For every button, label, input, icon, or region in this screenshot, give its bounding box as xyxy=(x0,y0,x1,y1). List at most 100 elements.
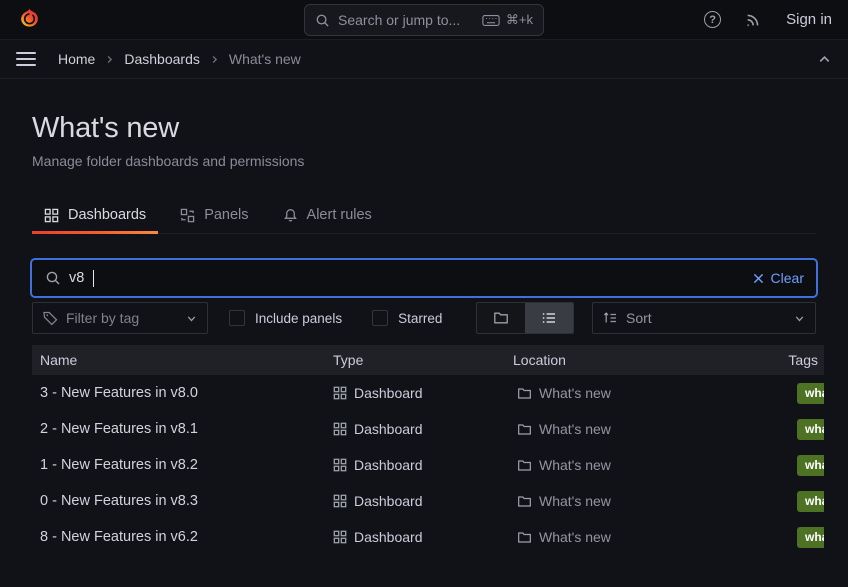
dashboard-name[interactable]: 2 - New Features in v8.1 xyxy=(32,421,325,437)
global-search-field[interactable] xyxy=(338,12,474,28)
rss-icon xyxy=(745,11,762,28)
dashboard-location[interactable]: What's new xyxy=(505,421,780,437)
grafana-logo-icon[interactable] xyxy=(16,6,43,33)
dashboard-tags: whats-new xyxy=(780,419,824,440)
close-icon xyxy=(753,273,764,284)
dashboard-type: Dashboard xyxy=(325,457,505,473)
starred-label: Starred xyxy=(398,311,442,326)
grid-icon xyxy=(333,422,347,436)
tag-filter-placeholder: Filter by tag xyxy=(66,310,139,326)
breadcrumb-home[interactable]: Home xyxy=(58,51,95,67)
tag-icon xyxy=(42,310,58,326)
clear-label: Clear xyxy=(771,270,804,286)
chevron-right-icon xyxy=(209,54,220,65)
tab-label: Dashboards xyxy=(68,207,146,223)
dashboard-tags: whats-new xyxy=(780,455,824,476)
dashboard-search-input[interactable]: v8 Clear xyxy=(32,260,816,296)
chevron-up-icon xyxy=(817,52,832,67)
view-mode-toggle xyxy=(476,302,574,334)
location-label: What's new xyxy=(539,457,611,473)
tag-badge[interactable]: whats-new xyxy=(797,491,824,512)
include-panels-label: Include panels xyxy=(255,311,342,326)
checkbox-icon xyxy=(372,310,388,326)
text-cursor xyxy=(93,270,94,287)
tag-badge[interactable]: whats-new xyxy=(797,455,824,476)
tab-label: Alert rules xyxy=(307,207,372,223)
tag-filter-select[interactable]: Filter by tag xyxy=(32,302,208,334)
include-panels-checkbox[interactable]: Include panels xyxy=(229,310,342,326)
chevron-right-icon xyxy=(104,54,115,65)
tab-label: Panels xyxy=(204,207,248,223)
dashboard-location[interactable]: What's new xyxy=(505,529,780,545)
keyboard-shortcut-hint: ⌘+k xyxy=(482,12,533,28)
dashboard-name[interactable]: 3 - New Features in v8.0 xyxy=(32,385,325,401)
keyboard-icon xyxy=(482,14,500,27)
dashboard-name[interactable]: 1 - New Features in v8.2 xyxy=(32,457,325,473)
tag-badge[interactable]: whats-new xyxy=(797,383,824,404)
grid-icon xyxy=(44,208,59,223)
help-button[interactable]: ? xyxy=(704,11,721,28)
dashboard-type: Dashboard xyxy=(325,421,505,437)
table-row[interactable]: 1 - New Features in v8.2 Dashboard What'… xyxy=(32,447,824,483)
location-label: What's new xyxy=(539,493,611,509)
dashboard-name[interactable]: 8 - New Features in v6.2 xyxy=(32,529,325,545)
dashboard-tags: whats-new xyxy=(780,383,824,404)
table-row[interactable]: 0 - New Features in v8.3 Dashboard What'… xyxy=(32,483,824,519)
type-label: Dashboard xyxy=(354,421,423,437)
dashboard-name[interactable]: 0 - New Features in v8.3 xyxy=(32,493,325,509)
checkbox-icon xyxy=(229,310,245,326)
list-view-button[interactable] xyxy=(525,303,573,333)
table-row[interactable]: 2 - New Features in v8.1 Dashboard What'… xyxy=(32,411,824,447)
tag-badge[interactable]: whats-new xyxy=(797,527,824,548)
type-label: Dashboard xyxy=(354,493,423,509)
collapse-toolbar-button[interactable] xyxy=(817,52,832,67)
folder-icon xyxy=(517,458,532,473)
news-button[interactable] xyxy=(745,11,762,28)
column-header-name: Name xyxy=(32,352,325,368)
folder-view-button[interactable] xyxy=(477,303,525,333)
dashboard-tags: whats-new xyxy=(780,491,824,512)
page-title: What's new xyxy=(32,112,816,145)
dashboard-type: Dashboard xyxy=(325,529,505,545)
dashboard-location[interactable]: What's new xyxy=(505,457,780,473)
breadcrumb-dashboards[interactable]: Dashboards xyxy=(124,51,200,67)
grid-icon xyxy=(333,494,347,508)
search-icon xyxy=(45,270,61,286)
sort-select[interactable]: Sort xyxy=(592,302,816,334)
table-row[interactable]: 8 - New Features in v6.2 Dashboard What'… xyxy=(32,519,824,555)
sort-placeholder: Sort xyxy=(626,310,652,326)
tab-panels[interactable]: Panels xyxy=(168,199,260,233)
column-header-location: Location xyxy=(505,352,780,368)
type-label: Dashboard xyxy=(354,385,423,401)
folder-icon xyxy=(517,494,532,509)
breadcrumb-bar: Home Dashboards What's new xyxy=(0,40,848,79)
folder-icon xyxy=(517,530,532,545)
table-row[interactable]: 3 - New Features in v8.0 Dashboard What'… xyxy=(32,375,824,411)
tabs-bar: Dashboards Panels Alert rules xyxy=(32,199,816,234)
panels-icon xyxy=(180,208,195,223)
dashboard-location[interactable]: What's new xyxy=(505,385,780,401)
filter-toolbar: Filter by tag Include panels Starred xyxy=(32,302,816,334)
tag-badge[interactable]: whats-new xyxy=(797,419,824,440)
search-value: v8 xyxy=(69,270,84,286)
folder-icon xyxy=(517,386,532,401)
breadcrumb-current: What's new xyxy=(229,51,301,67)
sign-in-button[interactable]: Sign in xyxy=(786,11,832,28)
dashboard-location[interactable]: What's new xyxy=(505,493,780,509)
clear-search-button[interactable]: Clear xyxy=(753,270,804,286)
sort-icon xyxy=(602,310,618,326)
tab-alert-rules[interactable]: Alert rules xyxy=(271,199,384,233)
chevron-down-icon xyxy=(793,312,806,325)
dashboard-type: Dashboard xyxy=(325,385,505,401)
menu-toggle-icon[interactable] xyxy=(16,52,36,66)
help-icon: ? xyxy=(704,11,721,28)
location-label: What's new xyxy=(539,529,611,545)
dashboard-tags: whats-new xyxy=(780,527,824,548)
global-search-input[interactable]: ⌘+k xyxy=(304,4,544,36)
page-subtitle: Manage folder dashboards and permissions xyxy=(32,153,816,169)
starred-checkbox[interactable]: Starred xyxy=(372,310,442,326)
location-label: What's new xyxy=(539,421,611,437)
type-label: Dashboard xyxy=(354,457,423,473)
main-content: What's new Manage folder dashboards and … xyxy=(0,112,848,555)
tab-dashboards[interactable]: Dashboards xyxy=(32,199,158,233)
